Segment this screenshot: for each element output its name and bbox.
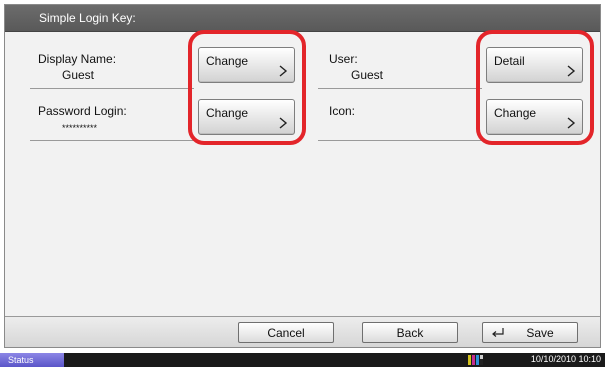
datetime: 10/10/2010 10:10 [530,354,601,364]
action-bar: Cancel Back Save [5,316,600,347]
save-label: Save [526,326,554,340]
divider [30,88,194,89]
status-label: Status [8,355,34,365]
divider [30,140,194,141]
display-name-value: Guest [62,68,95,82]
divider [318,88,482,89]
cancel-label: Cancel [267,326,305,340]
display-name-label: Display Name: [38,52,117,66]
password-login-value: ********** [62,123,98,133]
title-bar: Simple Login Key: [5,5,600,32]
password-login-label: Password Login: [38,104,127,118]
status-button[interactable]: Status [0,353,64,367]
divider [318,140,482,141]
dialog-frame: Simple Login Key: Display Name: Guest Ch… [4,4,601,348]
user-label: User: [329,52,358,66]
back-button[interactable]: Back [362,322,458,343]
highlight-left [188,30,306,145]
save-button[interactable]: Save [482,322,578,343]
cancel-button[interactable]: Cancel [238,322,334,343]
user-value: Guest [351,68,384,82]
toner-level-icon [468,355,483,365]
status-bar: Status 10/10/2010 10:10 [0,353,605,367]
icon-label: Icon: [329,104,356,118]
back-label: Back [396,326,424,340]
highlight-right [476,30,594,145]
dialog-title: Simple Login Key: [39,11,136,25]
